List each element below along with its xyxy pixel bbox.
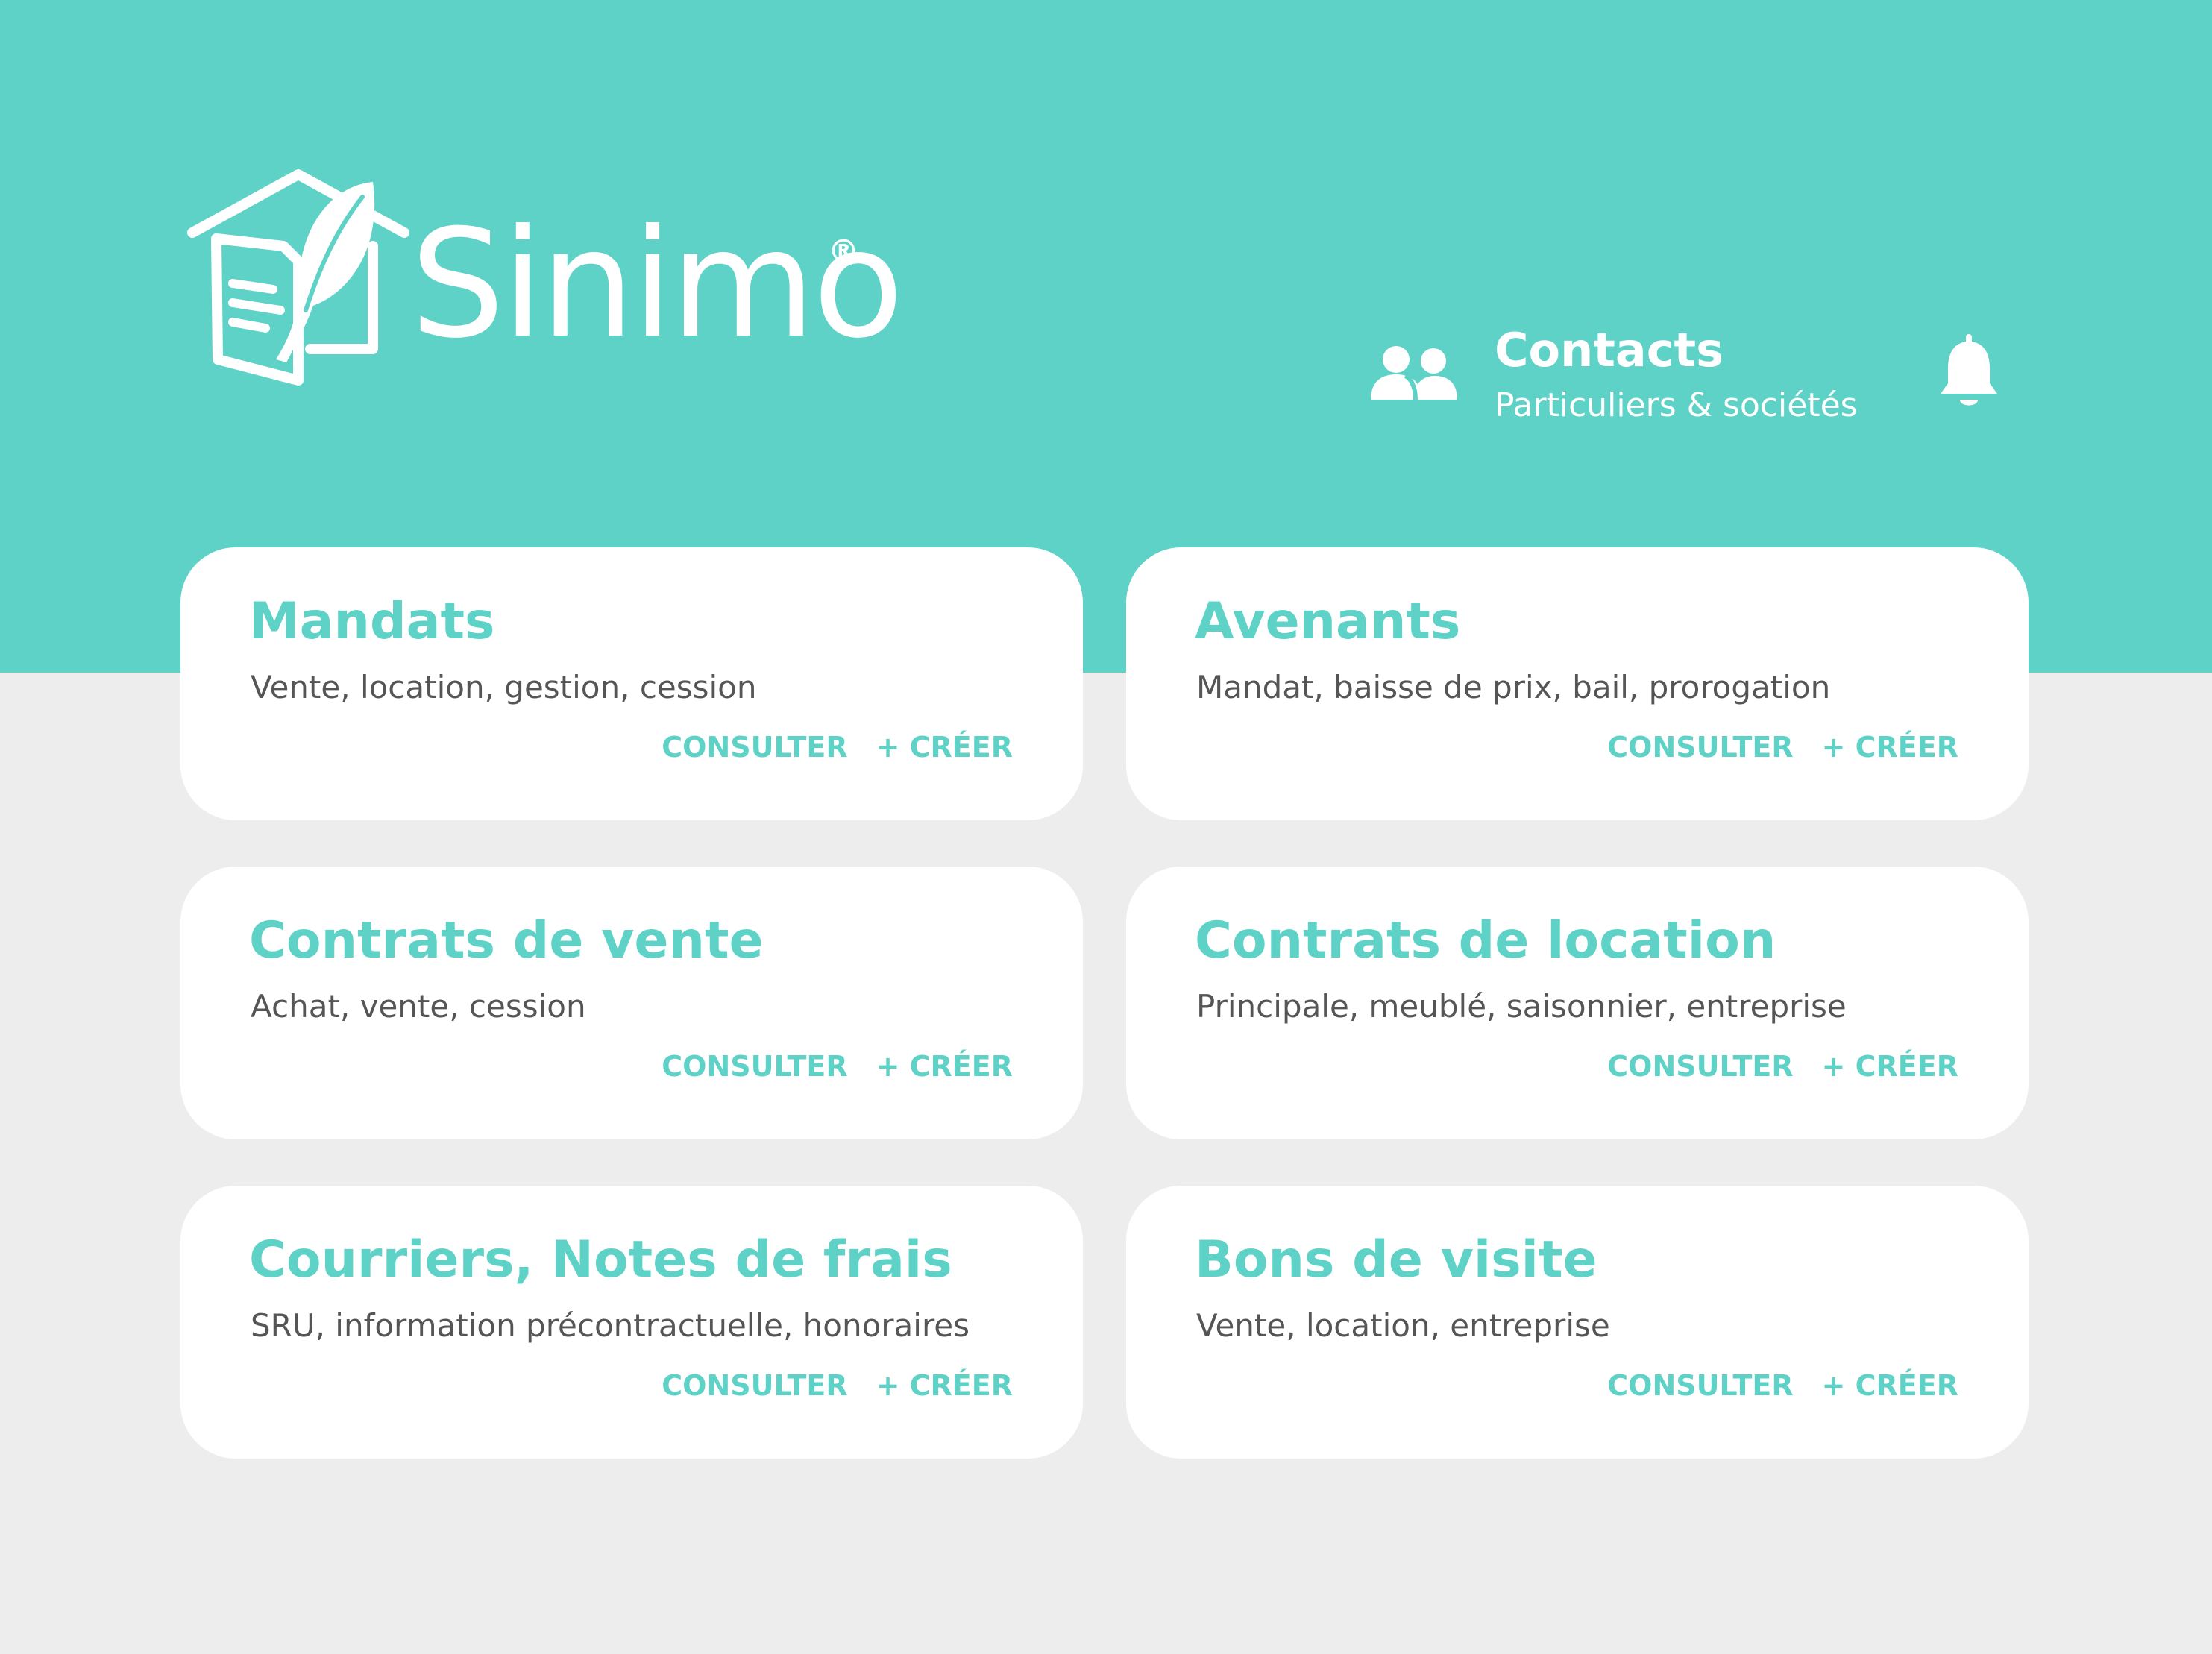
card-description: Vente, location, gestion, cession [251, 669, 757, 705]
contacts-title: Contacts [1495, 323, 1724, 377]
create-button[interactable]: + CRÉER [1822, 1045, 1958, 1087]
card-contrats-vente: Contrats de vente Achat, vente, cession … [180, 867, 1083, 1139]
card-description: SRU, information précontractuelle, honor… [251, 1307, 970, 1344]
card-title: Contrats de location [1195, 911, 1776, 970]
sinimo-logo[interactable]: Sinimo ® [186, 164, 904, 395]
create-button[interactable]: + CRÉER [1822, 726, 1958, 768]
card-actions: CONSULTER + CRÉER [1607, 1365, 1958, 1406]
card-title: Avenants [1195, 592, 1461, 651]
card-title: Courriers, Notes de frais [249, 1230, 952, 1289]
card-actions: CONSULTER + CRÉER [662, 726, 1013, 768]
card-actions: CONSULTER + CRÉER [1607, 1045, 1958, 1087]
card-title: Contrats de vente [249, 911, 764, 970]
card-courriers: Courriers, Notes de frais SRU, informati… [180, 1186, 1083, 1459]
consult-button[interactable]: CONSULTER [1607, 726, 1793, 768]
create-button[interactable]: + CRÉER [1822, 1365, 1958, 1406]
card-actions: CONSULTER + CRÉER [1607, 726, 1958, 768]
card-actions: CONSULTER + CRÉER [662, 1045, 1013, 1087]
card-title: Mandats [249, 592, 495, 651]
card-description: Achat, vente, cession [251, 988, 586, 1025]
card-avenants: Avenants Mandat, baisse de prix, bail, p… [1126, 547, 2029, 820]
create-button[interactable]: + CRÉER [876, 1045, 1013, 1087]
consult-button[interactable]: CONSULTER [1607, 1045, 1793, 1087]
contacts-subtitle: Particuliers & sociétés [1495, 386, 1858, 424]
consult-button[interactable]: CONSULTER [662, 1365, 847, 1406]
card-contrats-location: Contrats de location Principale, meublé,… [1126, 867, 2029, 1139]
consult-button[interactable]: CONSULTER [662, 1045, 847, 1087]
registered-mark: ® [828, 233, 859, 269]
card-bons-visite: Bons de visite Vente, location, entrepri… [1126, 1186, 2029, 1459]
users-icon [1371, 346, 1457, 400]
card-actions: CONSULTER + CRÉER [662, 1365, 1013, 1406]
create-button[interactable]: + CRÉER [876, 1365, 1013, 1406]
card-description: Principale, meublé, saisonnier, entrepri… [1196, 988, 1847, 1025]
card-mandats: Mandats Vente, location, gestion, cessio… [180, 547, 1083, 820]
house-feather-document-icon [187, 169, 409, 386]
consult-button[interactable]: CONSULTER [1607, 1365, 1793, 1406]
create-button[interactable]: + CRÉER [876, 726, 1013, 768]
card-title: Bons de visite [1195, 1230, 1597, 1289]
card-description: Mandat, baisse de prix, bail, prorogatio… [1196, 669, 1831, 705]
consult-button[interactable]: CONSULTER [662, 726, 847, 768]
card-description: Vente, location, entreprise [1196, 1307, 1610, 1344]
bell-icon[interactable] [1939, 334, 1999, 412]
contacts-link[interactable]: Contacts Particuliers & sociétés [1371, 321, 1893, 440]
